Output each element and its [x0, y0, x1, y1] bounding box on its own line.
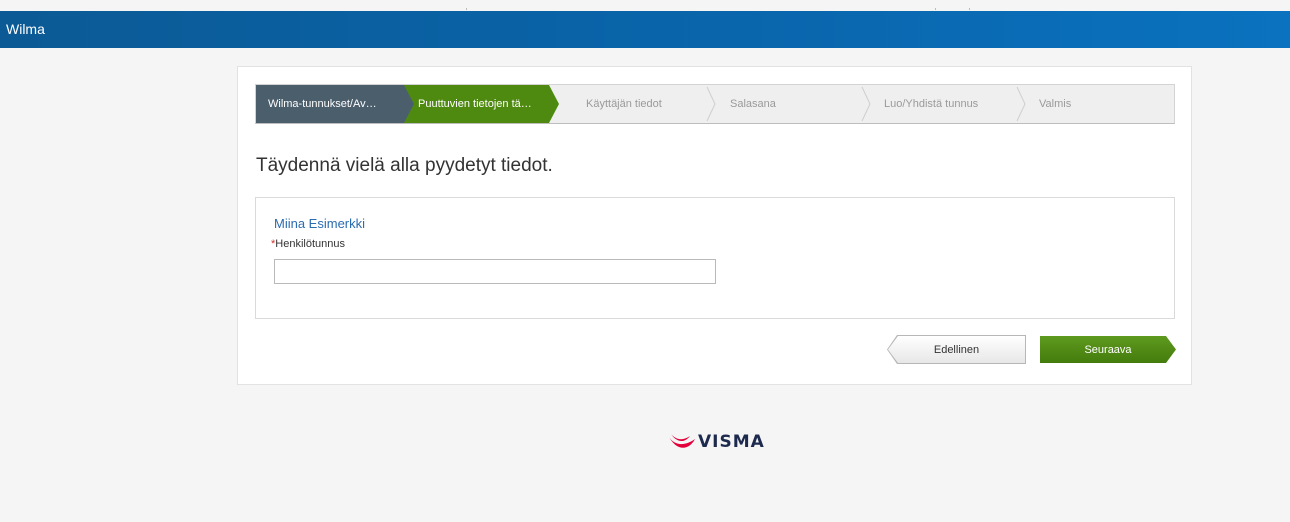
wizard-step-label: Valmis: [1039, 98, 1072, 110]
previous-button[interactable]: Edellinen: [888, 336, 1025, 363]
wizard-step-create-link-account: Luo/Yhdistä tunnus: [872, 85, 1017, 123]
wizard-step-credentials[interactable]: Wilma-tunnukset/Av…: [256, 85, 416, 123]
wizard-step-user-info: Käyttäjän tiedot: [574, 85, 709, 123]
person-name: Miina Esimerkki: [274, 216, 366, 231]
chevron-right-icon: [861, 86, 871, 122]
strip-tick: [466, 8, 467, 10]
wizard-step-password: Salasana: [718, 85, 858, 123]
page-title: Täydennä vielä alla pyydetyt tiedot.: [256, 155, 553, 176]
browser-top-strip: [0, 0, 1290, 10]
wizard-step-label: Salasana: [730, 98, 776, 110]
visma-swoosh-icon: [669, 434, 695, 448]
chevron-right-icon: [706, 86, 716, 122]
wizard-steps: Wilma-tunnukset/Av… Puuttuvien tietojen …: [255, 84, 1175, 124]
wizard-step-label: Puuttuvien tietojen tä…: [418, 98, 532, 110]
strip-tick: [935, 8, 936, 10]
next-button[interactable]: Seuraava: [1040, 336, 1176, 363]
wizard-step-label: Wilma-tunnukset/Av…: [268, 98, 377, 110]
wizard-step-label: Käyttäjän tiedot: [586, 98, 662, 110]
chevron-right-icon: [1016, 86, 1026, 122]
ssn-label: *Henkilötunnus: [271, 238, 345, 250]
ssn-label-text: Henkilötunnus: [275, 238, 345, 250]
registration-card: Wilma-tunnukset/Av… Puuttuvien tietojen …: [237, 66, 1192, 385]
wizard-step-missing-info[interactable]: Puuttuvien tietojen tä…: [404, 85, 559, 123]
form-panel: Miina Esimerkki *Henkilötunnus: [255, 197, 1175, 319]
app-title[interactable]: Wilma: [6, 21, 45, 37]
visma-logo-text: VISMA: [698, 432, 765, 452]
wizard-step-label: Luo/Yhdistä tunnus: [884, 98, 979, 110]
strip-tick: [969, 8, 970, 10]
wizard-step-done: Valmis: [1027, 85, 1127, 123]
ssn-input[interactable]: [274, 259, 716, 284]
app-header: Wilma: [0, 11, 1290, 48]
